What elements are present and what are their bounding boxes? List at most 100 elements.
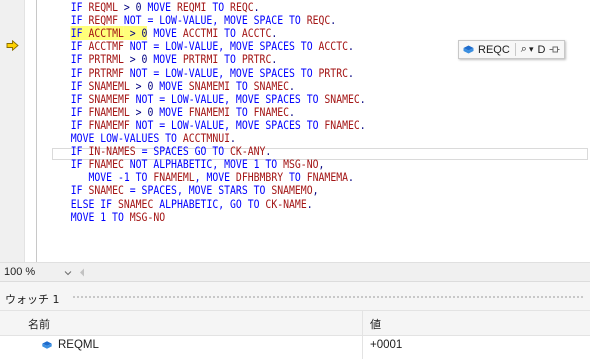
code-text: , — [318, 157, 325, 172]
code-identifier: MSG-NO — [283, 157, 319, 172]
code-identifier: PRTRMF — [88, 65, 124, 80]
code-identifier: ACCTMI — [182, 26, 219, 41]
code-line[interactable]: IF PRTRML > 0 MOVE PRTRMI TO PRTRC. — [0, 53, 277, 66]
code-identifier: SNAMEMO — [271, 183, 313, 198]
code-line[interactable]: IF ACCTMF NOT = LOW-VALUE, MOVE SPACES T… — [0, 40, 354, 53]
code-keyword: IF — [70, 104, 89, 119]
code-line[interactable]: IF REQML > 0 MOVE REQMI TO REQC. — [0, 1, 260, 14]
code-line[interactable]: IF PRTRMF NOT = LOW-VALUE, MOVE SPACES T… — [0, 65, 354, 80]
zoom-dropdown-icon[interactable] — [64, 269, 72, 277]
code-keyword: MOVE — [159, 78, 189, 93]
code-text: . — [330, 13, 337, 28]
code-keyword: NOT = LOW-VALUE, MOVE SPACES TO — [129, 91, 325, 106]
code-identifier: REQMF — [88, 13, 118, 28]
code-keyword: IF — [70, 39, 89, 54]
code-line[interactable]: IF ACCTML > 0 MOVE ACCTMI TO ACCTC. — [0, 26, 277, 41]
code-keyword: TO — [283, 170, 307, 185]
code-identifier: SNAMEC — [253, 78, 290, 93]
code-keyword: MOVE -1 TO — [88, 170, 154, 185]
code-line[interactable]: MOVE -1 TO FNAMEML, MOVE DFHBMBRY TO FNA… — [0, 170, 353, 185]
code-editor[interactable]: IF REQML > 0 MOVE REQMI TO REQC. IF REQM… — [0, 0, 590, 262]
code-identifier: CK-ANY — [230, 144, 266, 159]
watch-title-bar[interactable]: ウォッチ 1 — [0, 282, 590, 310]
code-text: . — [289, 78, 295, 93]
search-icon[interactable]: ⌕ — [521, 43, 527, 56]
code-line[interactable]: IF FNAMEMF NOT = LOW-VALUE, MOVE SPACES … — [0, 117, 366, 132]
code-line[interactable]: IF IN-NAMES = SPACES GO TO CK-ANY. — [0, 144, 272, 159]
datatip-value[interactable]: D — [537, 44, 545, 56]
code-keyword: IF — [70, 13, 89, 28]
code-text: > 0 — [123, 26, 148, 41]
code-text: > 0 — [117, 0, 148, 14]
code-text: . — [359, 117, 366, 132]
code-keyword: MOVE — [147, 0, 177, 14]
datatip-separator — [514, 43, 516, 56]
code-identifier: PRTRML — [88, 52, 124, 67]
code-identifier: FNAMEC — [88, 157, 124, 172]
datatip[interactable]: REQC ⌕ ▾ D — [458, 40, 566, 59]
code-keyword: NOT ALPHABETIC, MOVE 1 TO — [123, 157, 284, 172]
code-keyword: MOVE 1 TO — [70, 209, 130, 224]
code-line[interactable]: ELSE IF SNAMEC ALPHABETIC, GO TO CK-NAME… — [0, 196, 313, 211]
watch-title: ウォッチ 1 — [5, 293, 60, 306]
code-identifier: FNAMEMF — [88, 117, 130, 132]
code-line[interactable]: MOVE 1 TO MSG-NO — [0, 209, 166, 224]
code-identifier: ACCTC — [318, 39, 348, 54]
code-line[interactable]: IF SNAMEMF NOT = LOW-VALUE, MOVE SPACES … — [0, 91, 366, 106]
code-keyword: MOVE — [153, 52, 183, 67]
code-keyword: IF — [70, 144, 89, 159]
code-keyword: = SPACES GO TO — [135, 144, 231, 159]
code-line[interactable]: IF REQMF NOT = LOW-VALUE, MOVE SPACE TO … — [0, 14, 336, 27]
code-keyword: TO — [230, 104, 254, 119]
code-line[interactable]: IF SNAMEC = SPACES, MOVE STARS TO SNAMEM… — [0, 184, 319, 197]
code-keyword: NOT = LOW-VALUE, MOVE SPACES TO — [123, 39, 319, 54]
column-header-name[interactable]: 名前 — [28, 316, 50, 332]
watch-row-value[interactable]: +0001 — [370, 339, 402, 351]
code-text: . — [265, 144, 272, 159]
code-line[interactable]: IF SNAMEML > 0 MOVE SNAMEMI TO SNAMEC. — [0, 78, 295, 93]
code-identifier: ACCTC — [241, 26, 272, 41]
code-keyword: MOVE — [159, 104, 189, 119]
code-line[interactable]: MOVE LOW-VALUES TO ACCTMNUI. — [0, 132, 236, 145]
code-text: . — [347, 65, 354, 80]
code-text: . — [306, 196, 313, 211]
chevron-down-icon[interactable]: ▾ — [529, 44, 534, 55]
code-keyword: IF — [70, 157, 89, 172]
code-identifier: FNAMEML — [153, 170, 195, 185]
code-text: > 0 — [129, 78, 160, 93]
code-identifier: SNAMEML — [88, 78, 130, 93]
code-line[interactable]: IF FNAMEC NOT ALPHABETIC, MOVE 1 TO MSG-… — [0, 157, 325, 172]
code-identifier: PRTRC — [318, 65, 348, 80]
code-line[interactable]: IF FNAMEML > 0 MOVE FNAMEMI TO FNAMEC. — [0, 104, 295, 119]
watch-row[interactable]: REQML +0001 — [0, 335, 590, 357]
watch-row-name: REQML — [58, 339, 99, 351]
code-identifier: FNAMEML — [88, 104, 130, 119]
code-identifier: FNAMEMI — [188, 104, 231, 119]
code-keyword: MOVE — [147, 26, 183, 41]
code-identifier: REQC — [306, 13, 331, 28]
zoom-level[interactable]: 100 % — [4, 266, 35, 278]
code-identifier: MSG-NO — [129, 209, 166, 224]
code-identifier: PRTRC — [241, 52, 272, 67]
code-identifier: SNAMEC — [117, 196, 154, 211]
pin-icon[interactable] — [549, 45, 560, 54]
code-identifier: REQMI — [176, 0, 207, 14]
code-identifier: SNAMEC — [324, 91, 360, 106]
scroll-left-icon[interactable] — [79, 268, 85, 277]
code-text: . — [253, 0, 260, 14]
panel-grip[interactable] — [72, 295, 584, 299]
code-identifier: ACCTMNUI — [182, 131, 231, 145]
column-header-value[interactable]: 値 — [370, 316, 381, 332]
code-keyword: TO — [230, 78, 254, 93]
code-identifier: SNAMEMI — [188, 78, 231, 93]
